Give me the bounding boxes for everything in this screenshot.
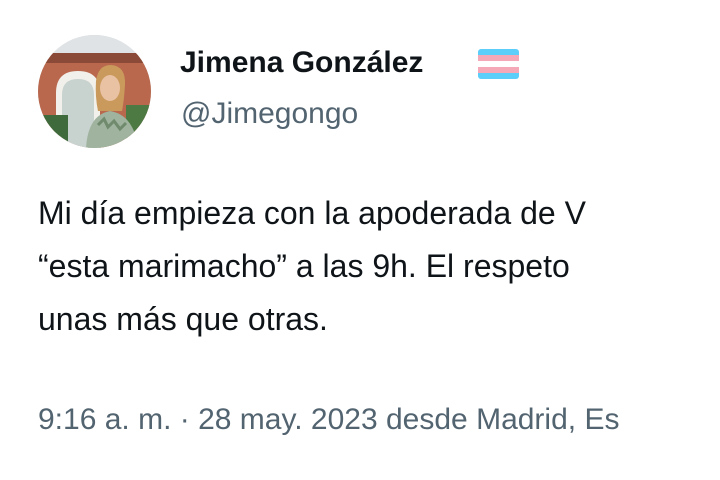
- tweet-location: desde Madrid, Es: [386, 403, 620, 436]
- author-handle[interactable]: @Jimegongo: [181, 95, 358, 133]
- tweet-text: Mi día empieza con la apoderada de V “es…: [38, 187, 720, 367]
- tweet-card: Jimena González @Jimegongo Mi día empiez…: [0, 0, 720, 480]
- profile-photo: [38, 35, 151, 148]
- tweet-metadata: 9:16 a. m. · 28 may. 2023 desde Madrid, …: [38, 400, 619, 440]
- tweet-text-line: Mi día empieza con la apoderada de V: [38, 195, 586, 231]
- tweet-time[interactable]: 9:16 a. m.: [38, 403, 171, 436]
- flag-stripe: [478, 73, 519, 79]
- avatar[interactable]: [38, 35, 151, 148]
- tweet-text-line: unas más que otras.: [38, 301, 328, 337]
- meta-separator: ·: [179, 403, 190, 436]
- tweet-date[interactable]: 28 may. 2023: [198, 403, 378, 436]
- tweet-text-line: “esta marimacho” a las 9h. El respeto: [38, 248, 570, 284]
- transgender-flag-icon: [478, 49, 519, 79]
- author-name[interactable]: Jimena González: [180, 44, 423, 82]
